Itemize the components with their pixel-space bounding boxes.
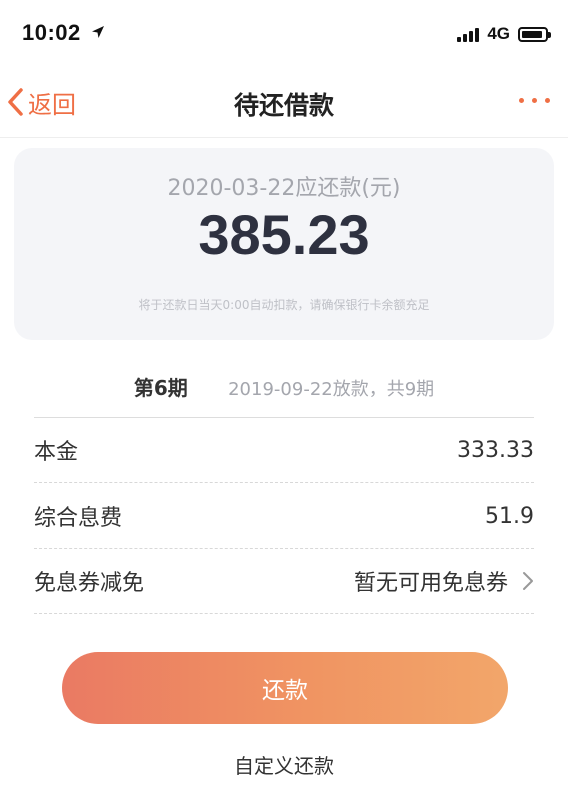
repayment-summary-card: 2020-03-22应还款(元) 385.23 将于还款日当天0:00自动扣款，… (14, 148, 554, 340)
divider (34, 548, 534, 549)
fee-row: 综合息费 51.9 (34, 486, 534, 546)
divider (34, 613, 534, 614)
more-dot-icon (532, 98, 537, 103)
status-time: 10:02 (22, 20, 81, 45)
location-arrow-icon (92, 26, 104, 38)
more-dot-icon (545, 98, 550, 103)
nav-bar: 返回 待还借款 (0, 64, 568, 138)
coupon-value: 暂无可用免息券 (353, 571, 508, 596)
page-title: 待还借款 (233, 91, 334, 120)
fee-value: 51.9 (485, 503, 534, 529)
fee-label: 综合息费 (34, 506, 123, 531)
battery-icon (518, 26, 551, 42)
coupon-row[interactable]: 免息券减免 暂无可用免息券 (34, 551, 534, 611)
due-date-label: 2020-03-22应还款(元) (167, 176, 401, 201)
chevron-right-icon (523, 572, 533, 590)
divider (34, 417, 534, 418)
signal-strength-icon (457, 26, 481, 42)
network-type: 4G (487, 24, 510, 43)
principal-value: 333.33 (457, 437, 534, 463)
auto-debit-note: 将于还款日当天0:00自动扣款，请确保银行卡余额充足 (138, 298, 430, 312)
period-number: 第6期 (133, 376, 188, 400)
more-dot-icon (519, 98, 524, 103)
custom-repayment-link[interactable]: 自定义还款 (0, 750, 568, 779)
repay-button[interactable]: 还款 (62, 652, 508, 724)
principal-row: 本金 333.33 (34, 420, 534, 480)
period-row: 第6期 2019-09-22放款，共9期 (0, 372, 568, 401)
due-amount: 385.23 (198, 203, 370, 266)
status-bar: 10:02 4G (0, 0, 568, 64)
more-options-button[interactable] (515, 98, 554, 103)
coupon-label: 免息券减免 (34, 571, 145, 596)
coupon-selector[interactable]: 暂无可用免息券 (354, 565, 534, 597)
divider (34, 482, 534, 483)
principal-label: 本金 (34, 440, 79, 465)
status-indicators: 4G (457, 24, 551, 44)
loan-info: 2019-09-22放款，共9期 (228, 379, 435, 400)
